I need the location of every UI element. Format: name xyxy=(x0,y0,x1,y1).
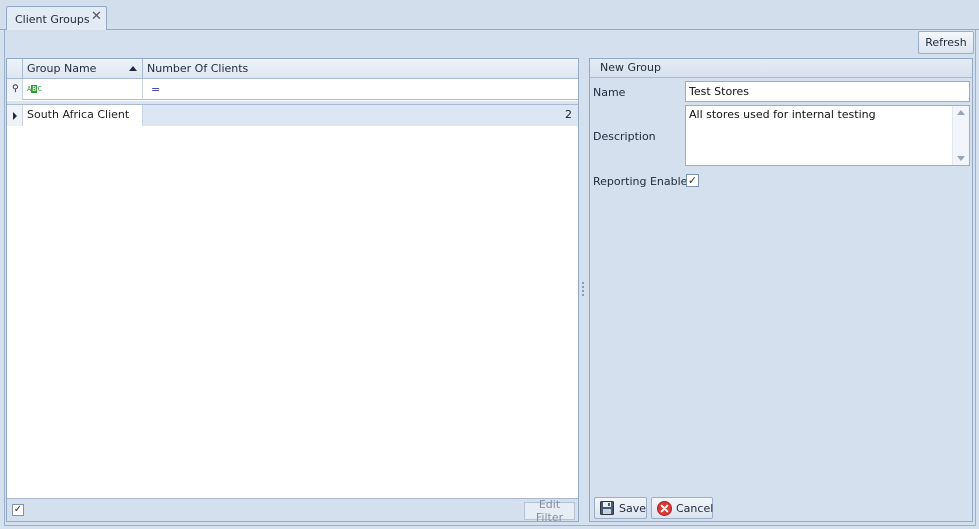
scroll-down-icon[interactable] xyxy=(957,156,965,161)
filter-cell-number-of-clients[interactable]: = xyxy=(143,79,578,100)
column-header-group-name[interactable]: Group Name xyxy=(23,59,143,79)
grid-header: Group Name Number Of Clients xyxy=(7,59,578,79)
cancel-x-circle-icon xyxy=(657,500,672,516)
floppy-disk-icon xyxy=(600,501,614,515)
panel-title: New Group xyxy=(590,59,972,78)
tab-label: Client Groups xyxy=(15,13,90,26)
row-pointer-icon xyxy=(13,112,17,120)
name-input[interactable] xyxy=(685,81,970,102)
cell-group-name[interactable]: South Africa Client xyxy=(23,105,143,126)
save-label: Save xyxy=(619,501,647,515)
cancel-button[interactable]: Cancel xyxy=(651,497,713,519)
reporting-enabled-checkbox[interactable]: ✓ xyxy=(686,174,699,187)
reporting-enabled-label: Reporting Enabled xyxy=(593,175,695,188)
scroll-up-icon[interactable] xyxy=(957,110,965,115)
filter-indicator-cell: ⚲ xyxy=(7,79,23,100)
filter-panel-footer: ✓ Edit Filter xyxy=(7,498,578,524)
description-scrollbar[interactable] xyxy=(952,106,969,165)
filter-pin-icon: ⚲ xyxy=(12,84,19,94)
splitter-handle[interactable] xyxy=(582,282,585,298)
name-label: Name xyxy=(593,86,626,99)
filter-enable-checkbox[interactable]: ✓ xyxy=(12,504,24,516)
text-filter-icon: ABC xyxy=(27,85,42,93)
tab-strip: Client Groups ✕ xyxy=(0,0,979,31)
edit-filter-button[interactable]: Edit Filter xyxy=(524,498,575,524)
description-box: All stores used for internal testing xyxy=(685,105,970,166)
cell-number-of-clients[interactable]: 2 xyxy=(143,105,578,126)
header-indicator-cell xyxy=(7,59,23,79)
filter-cell-group-name[interactable]: ABC xyxy=(23,79,143,100)
cancel-label: Cancel xyxy=(676,501,714,515)
description-input[interactable]: All stores used for internal testing xyxy=(686,106,952,165)
table-row[interactable]: South Africa Client 2 xyxy=(7,105,578,126)
save-button[interactable]: Save xyxy=(594,497,647,519)
row-indicator-cell xyxy=(7,105,23,126)
tab-client-groups[interactable]: Client Groups ✕ xyxy=(6,6,107,31)
column-header-label: Number Of Clients xyxy=(147,62,249,75)
close-icon[interactable]: ✕ xyxy=(91,10,102,24)
sort-ascending-icon xyxy=(129,66,137,71)
description-label: Description xyxy=(593,130,656,143)
column-header-number-of-clients[interactable]: Number Of Clients xyxy=(143,59,578,79)
column-header-label: Group Name xyxy=(27,62,97,75)
new-group-panel: New Group Name Description All stores us… xyxy=(589,58,973,522)
equals-icon: = xyxy=(151,83,161,96)
refresh-button[interactable]: Refresh xyxy=(918,31,974,54)
client-groups-grid: Group Name Number Of Clients ⚲ ABC = Sou… xyxy=(6,58,579,524)
auto-filter-row: ⚲ ABC = xyxy=(7,79,578,100)
